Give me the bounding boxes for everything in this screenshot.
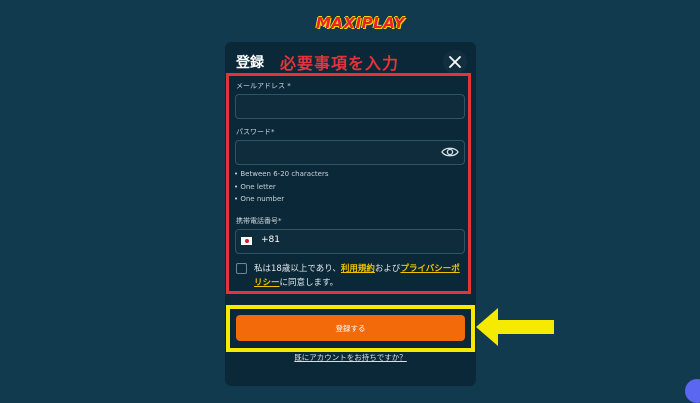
eye-icon[interactable] [441,145,459,159]
password-rule: Between 6-20 characters [234,168,328,181]
terms-link[interactable]: 利用規約 [341,264,375,274]
phone-country-code: +81 [261,235,280,245]
consent-text: 私は18歳以上であり、利用規約およびプライバシーポリシーに同意します。 [254,262,466,290]
modal-title: 登録 [236,55,264,71]
age-terms-checkbox[interactable] [236,263,247,274]
annotation-label: 必要事項を入力 [280,54,400,73]
password-rule: One number [234,193,329,206]
password-label: パスワード* [236,128,275,136]
register-button[interactable]: 登録する [236,315,465,341]
maxiplay-logo: MAXIPLAY [316,14,405,32]
close-button[interactable] [443,50,467,74]
chat-icon[interactable] [685,379,700,403]
consent-prefix: 私は18歳以上であり、 [254,264,341,274]
email-label: メールアドレス * [236,82,291,90]
email-field[interactable] [235,94,465,119]
consent-suffix: に同意します。 [279,278,339,288]
password-rules: Between 6-20 characters One letter One n… [234,168,329,206]
japan-flag-icon[interactable] [241,237,252,245]
password-field[interactable] [235,140,465,165]
login-link[interactable]: 既にアカウントをお持ちですか？ [225,352,476,363]
phone-label: 携帯電話番号* [236,217,282,225]
consent-middle: および [374,264,401,274]
arrow-left-icon [476,308,554,346]
close-icon [449,56,461,68]
password-rule: One letter [234,181,329,194]
